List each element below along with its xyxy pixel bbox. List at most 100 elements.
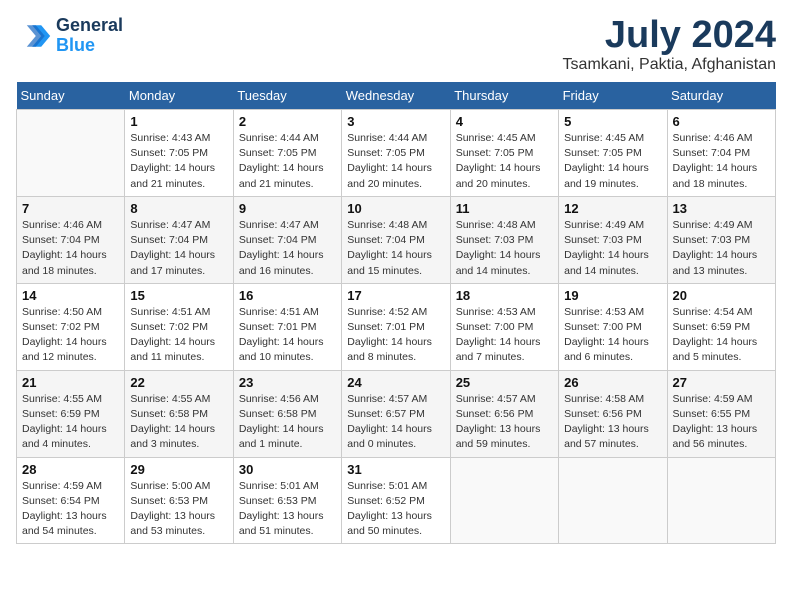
- calendar-week-5: 28 Sunrise: 4:59 AMSunset: 6:54 PMDayligh…: [17, 457, 776, 544]
- weekday-header-row: SundayMondayTuesdayWednesdayThursdayFrid…: [17, 82, 776, 110]
- day-info: Sunrise: 4:52 AMSunset: 7:01 PMDaylight:…: [347, 305, 444, 366]
- calendar-cell: 9 Sunrise: 4:47 AMSunset: 7:04 PMDaylight…: [233, 196, 341, 283]
- day-number: 23: [239, 375, 336, 390]
- calendar-week-4: 21Sunrise: 4:55 AMSunset: 6:59 PMDayligh…: [17, 370, 776, 457]
- calendar-cell: 22 Sunrise: 4:55 AMSunset: 6:58 PMDayligh…: [125, 370, 233, 457]
- calendar-cell: 18 Sunrise: 4:53 AMSunset: 7:00 PMDayligh…: [450, 283, 558, 370]
- day-info: Sunrise: 4:59 AMSunset: 6:54 PMDaylight:…: [22, 479, 119, 540]
- logo-icon: [16, 18, 52, 54]
- weekday-saturday: Saturday: [667, 82, 775, 110]
- day-number: 16: [239, 288, 336, 303]
- day-number: 7: [22, 201, 119, 216]
- calendar-cell: 12Sunrise: 4:49 AMSunset: 7:03 PMDayligh…: [559, 196, 667, 283]
- calendar-cell: 4 Sunrise: 4:45 AMSunset: 7:05 PMDaylight…: [450, 110, 558, 197]
- day-info: Sunrise: 4:54 AMSunset: 6:59 PMDaylight:…: [673, 305, 770, 366]
- day-info: Sunrise: 5:01 AMSunset: 6:52 PMDaylight:…: [347, 479, 444, 540]
- day-number: 31: [347, 462, 444, 477]
- day-info: Sunrise: 4:47 AMSunset: 7:04 PMDaylight:…: [239, 218, 336, 279]
- calendar-week-2: 7 Sunrise: 4:46 AMSunset: 7:04 PMDaylight…: [17, 196, 776, 283]
- calendar-cell: 29Sunrise: 5:00 AMSunset: 6:53 PMDayligh…: [125, 457, 233, 544]
- day-number: 24: [347, 375, 444, 390]
- calendar-cell: 27 Sunrise: 4:59 AMSunset: 6:55 PMDayligh…: [667, 370, 775, 457]
- calendar-cell: 7 Sunrise: 4:46 AMSunset: 7:04 PMDaylight…: [17, 196, 125, 283]
- calendar-cell: 28 Sunrise: 4:59 AMSunset: 6:54 PMDayligh…: [17, 457, 125, 544]
- calendar-week-3: 14 Sunrise: 4:50 AMSunset: 7:02 PMDayligh…: [17, 283, 776, 370]
- day-number: 15: [130, 288, 227, 303]
- weekday-thursday: Thursday: [450, 82, 558, 110]
- day-info: Sunrise: 4:45 AMSunset: 7:05 PMDaylight:…: [456, 131, 553, 192]
- calendar-cell: [17, 110, 125, 197]
- calendar-cell: 8 Sunrise: 4:47 AMSunset: 7:04 PMDaylight…: [125, 196, 233, 283]
- calendar-cell: 2Sunrise: 4:44 AMSunset: 7:05 PMDaylight…: [233, 110, 341, 197]
- calendar-body: 1 Sunrise: 4:43 AMSunset: 7:05 PMDaylight…: [17, 110, 776, 544]
- calendar-cell: 5 Sunrise: 4:45 AMSunset: 7:05 PMDaylight…: [559, 110, 667, 197]
- day-number: 18: [456, 288, 553, 303]
- day-number: 27: [673, 375, 770, 390]
- page-header: General Blue July 2024 Tsamkani, Paktia,…: [16, 16, 776, 74]
- calendar-cell: 20 Sunrise: 4:54 AMSunset: 6:59 PMDayligh…: [667, 283, 775, 370]
- weekday-monday: Monday: [125, 82, 233, 110]
- day-number: 19: [564, 288, 661, 303]
- weekday-tuesday: Tuesday: [233, 82, 341, 110]
- day-number: 11: [456, 201, 553, 216]
- title-block: July 2024 Tsamkani, Paktia, Afghanistan: [563, 16, 776, 74]
- day-info: Sunrise: 4:46 AMSunset: 7:04 PMDaylight:…: [673, 131, 770, 192]
- calendar-cell: [450, 457, 558, 544]
- day-number: 25: [456, 375, 553, 390]
- weekday-friday: Friday: [559, 82, 667, 110]
- day-info: Sunrise: 4:58 AMSunset: 6:56 PMDaylight:…: [564, 392, 661, 453]
- calendar-cell: 16 Sunrise: 4:51 AMSunset: 7:01 PMDayligh…: [233, 283, 341, 370]
- day-info: Sunrise: 4:59 AMSunset: 6:55 PMDaylight:…: [673, 392, 770, 453]
- day-number: 22: [130, 375, 227, 390]
- day-info: Sunrise: 4:48 AMSunset: 7:03 PMDaylight:…: [456, 218, 553, 279]
- day-info: Sunrise: 4:50 AMSunset: 7:02 PMDaylight:…: [22, 305, 119, 366]
- weekday-sunday: Sunday: [17, 82, 125, 110]
- day-number: 28: [22, 462, 119, 477]
- day-number: 21: [22, 375, 119, 390]
- calendar-cell: 15 Sunrise: 4:51 AMSunset: 7:02 PMDayligh…: [125, 283, 233, 370]
- calendar-cell: 10Sunrise: 4:48 AMSunset: 7:04 PMDayligh…: [342, 196, 450, 283]
- calendar-cell: 13 Sunrise: 4:49 AMSunset: 7:03 PMDayligh…: [667, 196, 775, 283]
- day-info: Sunrise: 4:46 AMSunset: 7:04 PMDaylight:…: [22, 218, 119, 279]
- day-number: 12: [564, 201, 661, 216]
- day-info: Sunrise: 4:45 AMSunset: 7:05 PMDaylight:…: [564, 131, 661, 192]
- day-number: 5: [564, 114, 661, 129]
- weekday-wednesday: Wednesday: [342, 82, 450, 110]
- day-info: Sunrise: 5:01 AMSunset: 6:53 PMDaylight:…: [239, 479, 336, 540]
- day-info: Sunrise: 4:44 AMSunset: 7:05 PMDaylight:…: [347, 131, 444, 192]
- day-number: 6: [673, 114, 770, 129]
- day-number: 14: [22, 288, 119, 303]
- calendar-week-1: 1 Sunrise: 4:43 AMSunset: 7:05 PMDaylight…: [17, 110, 776, 197]
- day-info: Sunrise: 4:56 AMSunset: 6:58 PMDaylight:…: [239, 392, 336, 453]
- calendar-cell: 30 Sunrise: 5:01 AMSunset: 6:53 PMDayligh…: [233, 457, 341, 544]
- day-info: Sunrise: 4:44 AMSunset: 7:05 PMDaylight:…: [239, 131, 336, 192]
- day-info: Sunrise: 4:48 AMSunset: 7:04 PMDaylight:…: [347, 218, 444, 279]
- day-info: Sunrise: 4:51 AMSunset: 7:01 PMDaylight:…: [239, 305, 336, 366]
- calendar-title: July 2024: [563, 16, 776, 54]
- logo-text: General Blue: [56, 16, 123, 56]
- day-info: Sunrise: 4:49 AMSunset: 7:03 PMDaylight:…: [673, 218, 770, 279]
- calendar-cell: 14 Sunrise: 4:50 AMSunset: 7:02 PMDayligh…: [17, 283, 125, 370]
- day-info: Sunrise: 4:47 AMSunset: 7:04 PMDaylight:…: [130, 218, 227, 279]
- calendar-cell: 26Sunrise: 4:58 AMSunset: 6:56 PMDayligh…: [559, 370, 667, 457]
- calendar-cell: 19Sunrise: 4:53 AMSunset: 7:00 PMDayligh…: [559, 283, 667, 370]
- day-number: 8: [130, 201, 227, 216]
- calendar-table: SundayMondayTuesdayWednesdayThursdayFrid…: [16, 82, 776, 544]
- day-info: Sunrise: 4:53 AMSunset: 7:00 PMDaylight:…: [456, 305, 553, 366]
- calendar-cell: 23 Sunrise: 4:56 AMSunset: 6:58 PMDayligh…: [233, 370, 341, 457]
- day-number: 20: [673, 288, 770, 303]
- day-number: 13: [673, 201, 770, 216]
- calendar-cell: 31 Sunrise: 5:01 AMSunset: 6:52 PMDayligh…: [342, 457, 450, 544]
- day-info: Sunrise: 4:51 AMSunset: 7:02 PMDaylight:…: [130, 305, 227, 366]
- day-number: 1: [130, 114, 227, 129]
- day-number: 30: [239, 462, 336, 477]
- calendar-cell: 25Sunrise: 4:57 AMSunset: 6:56 PMDayligh…: [450, 370, 558, 457]
- day-number: 4: [456, 114, 553, 129]
- day-info: Sunrise: 4:55 AMSunset: 6:58 PMDaylight:…: [130, 392, 227, 453]
- calendar-cell: 24Sunrise: 4:57 AMSunset: 6:57 PMDayligh…: [342, 370, 450, 457]
- day-info: Sunrise: 4:43 AMSunset: 7:05 PMDaylight:…: [130, 131, 227, 192]
- calendar-cell: [667, 457, 775, 544]
- day-number: 9: [239, 201, 336, 216]
- calendar-cell: 11 Sunrise: 4:48 AMSunset: 7:03 PMDayligh…: [450, 196, 558, 283]
- calendar-cell: 17Sunrise: 4:52 AMSunset: 7:01 PMDayligh…: [342, 283, 450, 370]
